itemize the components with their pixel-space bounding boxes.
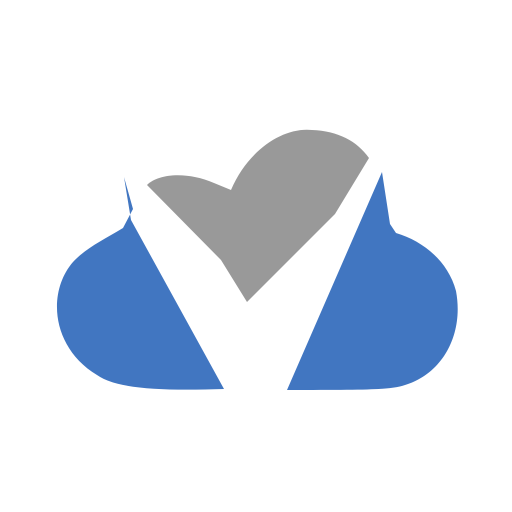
gray-check-shape [147, 129, 369, 302]
app-icon-canvas [0, 0, 512, 512]
cloud-check-logo-icon [56, 129, 458, 390]
